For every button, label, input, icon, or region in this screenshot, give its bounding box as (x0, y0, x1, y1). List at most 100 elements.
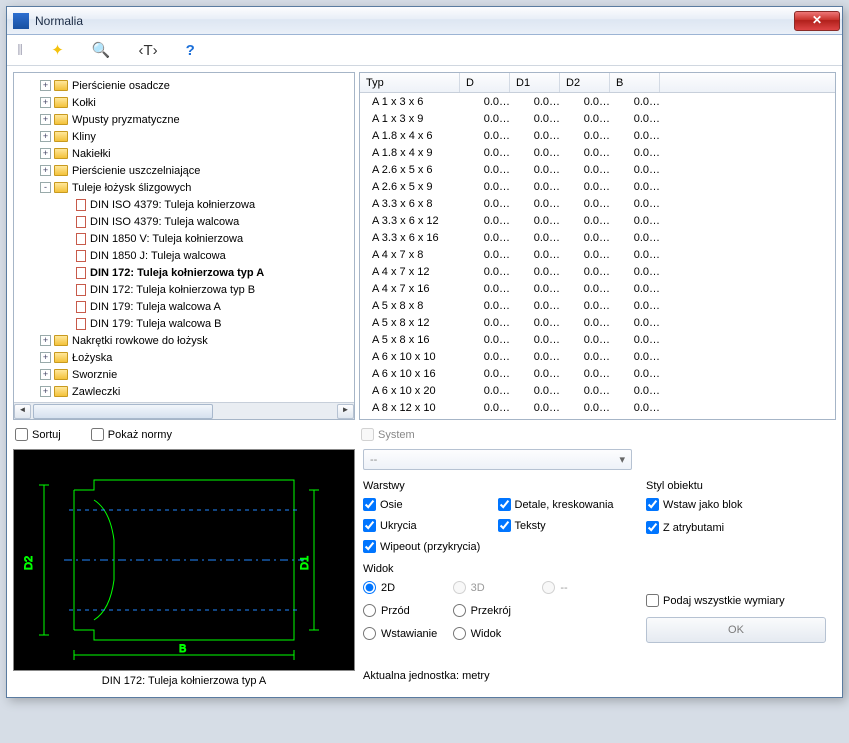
tree-item[interactable]: +Kołki (18, 94, 350, 111)
layers-label: Warstwy (363, 480, 632, 492)
expand-icon[interactable]: + (40, 97, 51, 108)
rad-3d[interactable]: 3D (453, 581, 543, 594)
table-row[interactable]: A 2.6 x 5 x 60.0…0.0…0.0…0.0… (360, 161, 835, 178)
chk-wipeout[interactable]: Wipeout (przykrycia) (363, 540, 632, 553)
th-d[interactable]: D (460, 73, 510, 92)
chk-teksty[interactable]: Teksty (498, 519, 633, 532)
expand-icon[interactable]: + (40, 386, 51, 397)
cell-value: 0.0… (566, 96, 616, 108)
tree-item[interactable]: +Nakrętki rowkowe do łożysk (18, 332, 350, 349)
table-row[interactable]: A 1.8 x 4 x 60.0…0.0…0.0…0.0… (360, 127, 835, 144)
chk-all-dims[interactable]: Podaj wszystkie wymiary (646, 594, 836, 607)
chk-with-attrs[interactable]: Z atrybutami (646, 521, 836, 534)
table-row[interactable]: A 5 x 8 x 80.0…0.0…0.0…0.0… (360, 297, 835, 314)
table-row[interactable]: A 8 x 12 x 160.0…0.0…0.0…0.0… (360, 416, 835, 420)
rad-front[interactable]: Przód (363, 604, 453, 617)
tree-item[interactable]: +Pierścienie uszczelniające (18, 162, 350, 179)
dropdown[interactable]: -- (363, 449, 632, 470)
table-row[interactable]: A 1 x 3 x 60.0…0.0…0.0…0.0… (360, 93, 835, 110)
cell-typ: A 3.3 x 6 x 16 (366, 232, 466, 244)
table-row[interactable]: A 1.8 x 4 x 90.0…0.0…0.0…0.0… (360, 144, 835, 161)
rad-wstawianie[interactable]: Wstawianie (363, 627, 453, 640)
tree-hscroll[interactable]: ◄ ► (14, 402, 354, 419)
sort-checkbox[interactable]: Sortuj (15, 428, 61, 441)
tree-item[interactable]: +Sworznie (18, 366, 350, 383)
text-icon[interactable]: ‹T› (138, 42, 157, 59)
tree-item[interactable]: +Nakiełki (18, 145, 350, 162)
th-b[interactable]: B (610, 73, 660, 92)
table-row[interactable]: A 6 x 10 x 160.0…0.0…0.0…0.0… (360, 365, 835, 382)
table-row[interactable]: A 1 x 3 x 90.0…0.0…0.0…0.0… (360, 110, 835, 127)
expand-icon[interactable]: + (40, 131, 51, 142)
expand-icon[interactable]: + (40, 80, 51, 91)
expand-icon[interactable]: + (40, 165, 51, 176)
expand-icon[interactable]: + (40, 114, 51, 125)
table-row[interactable]: A 3.3 x 6 x 120.0…0.0…0.0…0.0… (360, 212, 835, 229)
scroll-right-button[interactable]: ► (337, 404, 354, 419)
table-row[interactable]: A 2.6 x 5 x 90.0…0.0…0.0…0.0… (360, 178, 835, 195)
tree-item[interactable]: DIN 179: Tuleja walcowa B (18, 315, 350, 332)
table-row[interactable]: A 6 x 10 x 100.0…0.0…0.0…0.0… (360, 348, 835, 365)
close-button[interactable]: ✕ (794, 11, 840, 31)
tree-item[interactable]: DIN ISO 4379: Tuleja kołnierzowa (18, 196, 350, 213)
scroll-left-button[interactable]: ◄ (14, 404, 31, 419)
table-row[interactable]: A 8 x 12 x 100.0…0.0…0.0…0.0… (360, 399, 835, 416)
tree-item[interactable]: DIN ISO 4379: Tuleja walcowa (18, 213, 350, 230)
cell-value: 0.0… (516, 164, 566, 176)
folder-icon (54, 352, 68, 363)
collapse-icon[interactable]: - (40, 182, 51, 193)
table-row[interactable]: A 5 x 8 x 160.0…0.0…0.0…0.0… (360, 331, 835, 348)
tree-item[interactable]: +Pierścienie osadcze (18, 77, 350, 94)
tree-item[interactable]: DIN 179: Tuleja walcowa A (18, 298, 350, 315)
table-row[interactable]: A 3.3 x 6 x 80.0…0.0…0.0…0.0… (360, 195, 835, 212)
table-pane[interactable]: Typ D D1 D2 B A 1 x 3 x 60.0…0.0…0.0…0.0… (359, 72, 836, 420)
tree-item[interactable]: DIN 172: Tuleja kołnierzowa typ B (18, 281, 350, 298)
ok-button[interactable]: OK (646, 617, 826, 643)
add-icon[interactable]: ✦ (51, 41, 64, 59)
expand-icon[interactable]: + (40, 352, 51, 363)
cell-typ: A 3.3 x 6 x 12 (366, 215, 466, 227)
expand-icon[interactable]: + (40, 335, 51, 346)
tree-item[interactable]: -Tuleje łożysk ślizgowych (18, 179, 350, 196)
search-icon[interactable]: 🔍 (92, 41, 111, 59)
tree-item[interactable]: DIN 172: Tuleja kołnierzowa typ A (18, 264, 350, 281)
th-d1[interactable]: D1 (510, 73, 560, 92)
help-icon[interactable]: ? (186, 42, 195, 59)
table-row[interactable]: A 4 x 7 x 160.0…0.0…0.0…0.0… (360, 280, 835, 297)
tree-pane[interactable]: +Pierścienie osadcze+Kołki+Wpusty pryzma… (13, 72, 355, 420)
th-typ[interactable]: Typ (360, 73, 460, 92)
tree-item[interactable]: +Kliny (18, 128, 350, 145)
cell-typ: A 2.6 x 5 x 6 (366, 164, 466, 176)
chk-as-block[interactable]: Wstaw jako blok (646, 498, 836, 511)
tree-item[interactable]: +Zawleczki (18, 383, 350, 400)
main-window: Normalia ✕ ‖ ✦ 🔍 ‹T› ? +Pierścienie osad… (6, 6, 843, 698)
expand-icon[interactable]: + (40, 369, 51, 380)
scroll-thumb[interactable] (33, 404, 213, 419)
folder-icon (54, 335, 68, 346)
tree-item[interactable]: DIN 1850 J: Tuleja walcowa (18, 247, 350, 264)
chk-detale[interactable]: Detale, kreskowania (498, 498, 633, 511)
chk-ukrycia[interactable]: Ukrycia (363, 519, 498, 532)
cell-typ: A 5 x 8 x 12 (366, 317, 466, 329)
tree-item[interactable]: +Łożyska (18, 349, 350, 366)
table-row[interactable]: A 4 x 7 x 120.0…0.0…0.0…0.0… (360, 263, 835, 280)
tree-item[interactable]: +Wpusty pryzmatyczne (18, 111, 350, 128)
show-norms-checkbox[interactable]: Pokaż normy (91, 428, 172, 441)
table-row[interactable]: A 4 x 7 x 80.0…0.0…0.0…0.0… (360, 246, 835, 263)
cell-typ: A 6 x 10 x 16 (366, 368, 466, 380)
document-icon (76, 250, 86, 262)
tree-item[interactable]: DIN 1850 V: Tuleja kołnierzowa (18, 230, 350, 247)
table-row[interactable]: A 3.3 x 6 x 160.0…0.0…0.0…0.0… (360, 229, 835, 246)
rad-widok[interactable]: Widok (453, 627, 543, 640)
rad-dash[interactable]: -- (542, 581, 632, 594)
system-checkbox[interactable]: System (361, 428, 834, 441)
chk-osie[interactable]: Osie (363, 498, 498, 511)
rad-2d[interactable]: 2D (363, 581, 453, 594)
expand-icon[interactable]: + (40, 148, 51, 159)
table-row[interactable]: A 6 x 10 x 200.0…0.0…0.0…0.0… (360, 382, 835, 399)
cell-value: 0.0… (516, 266, 566, 278)
table-row[interactable]: A 5 x 8 x 120.0…0.0…0.0…0.0… (360, 314, 835, 331)
cell-value: 0.0… (616, 164, 666, 176)
th-d2[interactable]: D2 (560, 73, 610, 92)
rad-przekroj[interactable]: Przekrój (453, 604, 543, 617)
